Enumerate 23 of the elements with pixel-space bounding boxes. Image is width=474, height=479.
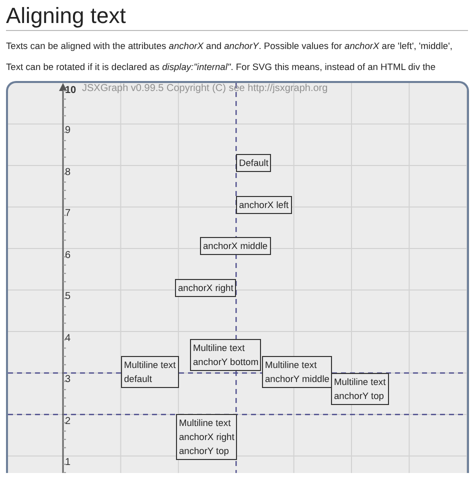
axis-tick-label: 6 <box>65 250 71 262</box>
copyright-text: JSXGraph v0.99.5 Copyright (C) see http://jsxgraph.org <box>82 83 328 94</box>
axis-tick-label: 10 <box>65 84 76 96</box>
axis-tick-label: 7 <box>65 208 71 220</box>
text-label: Multiline text anchorY bottom <box>190 339 262 371</box>
text-label: Default <box>236 154 272 172</box>
text-label: Multiline text default <box>121 356 179 388</box>
page-heading: Aligning text <box>6 0 468 31</box>
text-label: Multiline text anchorY middle <box>262 356 332 388</box>
axis-tick-label: 8 <box>65 166 71 178</box>
axis-tick-label: 4 <box>65 332 71 344</box>
axis-tick-label: 2 <box>65 416 71 428</box>
axis-tick-label: 9 <box>65 125 71 137</box>
paragraph: Text can be rotated if it is declared as display:"internal". For SVG this means, instead of an HTML div the <box>6 61 436 73</box>
text-label: anchorX left <box>236 196 292 214</box>
text-label: anchorX middle <box>200 237 271 255</box>
text-label: anchorX right <box>175 279 236 297</box>
paragraph: Texts can be aligned with the attributes anchorX and anchorY. Possible values for anchorX are 'left', 'middle', <box>6 40 454 52</box>
axis-tick-label: 3 <box>65 374 71 386</box>
axis-tick-label: 5 <box>65 291 71 303</box>
text-label: Multiline text anchorX right anchorY top <box>176 414 238 460</box>
axis-tick-label: 1 <box>65 457 71 469</box>
text-label: Multiline text anchorY top <box>331 373 389 405</box>
